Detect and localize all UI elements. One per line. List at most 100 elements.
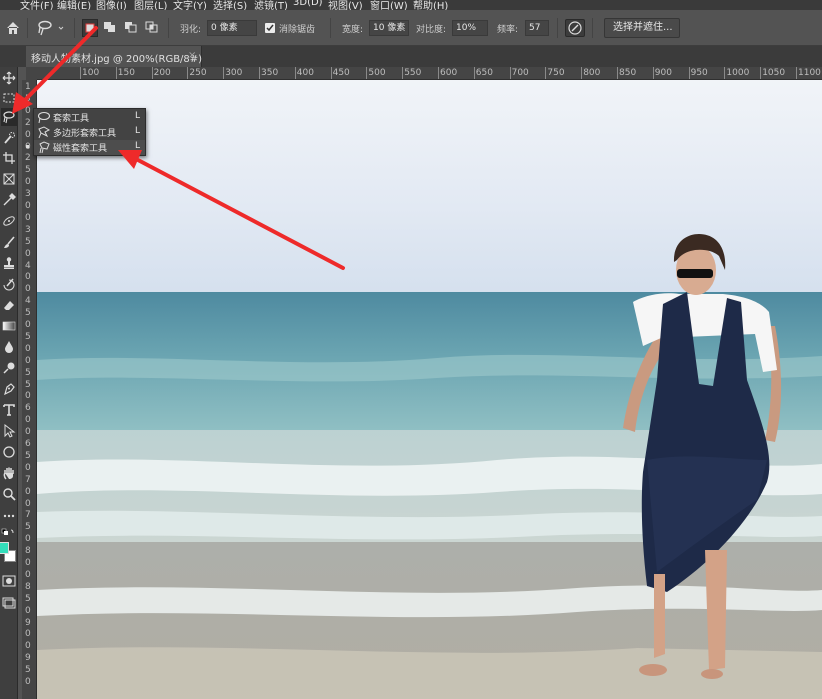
flyout-item-label: 套索工具 (53, 114, 90, 124)
add-selection-button[interactable] (102, 19, 118, 37)
history-brush-tool[interactable] (1, 275, 17, 293)
screen-mode-button[interactable] (1, 594, 17, 612)
shape-tool[interactable] (1, 443, 17, 461)
vertical-ruler-digit: 5 (25, 308, 31, 319)
frequency-input[interactable]: 57 (525, 20, 549, 36)
menu-bar: 文件(F) 编辑(E) 图像(I) 图层(L) 文字(Y) 选择(S) 滤镜(T… (0, 0, 822, 10)
healing-brush-icon (3, 216, 15, 226)
document-canvas[interactable] (37, 80, 822, 699)
default-colors-icon[interactable] (1, 528, 15, 540)
type-tool[interactable] (1, 401, 17, 419)
vertical-ruler-digit: 0 (25, 427, 31, 438)
vertical-ruler-digit: 0 (25, 534, 31, 545)
vertical-ruler-digit: 5 (25, 236, 31, 247)
ruler-tick-label: 550 (402, 67, 422, 79)
vertical-ruler-digit: 0 (25, 212, 31, 223)
blur-tool[interactable] (1, 338, 17, 356)
pen-pressure-icon[interactable] (565, 19, 585, 37)
frame-tool[interactable] (1, 170, 17, 188)
menu-image[interactable]: 图像(I) (96, 0, 127, 10)
feather-input[interactable]: 0 像素 (207, 20, 257, 36)
ruler-tick-label: 1050 (760, 67, 786, 79)
tool-preset-picker[interactable] (36, 19, 66, 37)
menu-filter[interactable]: 滤镜(T) (254, 0, 288, 10)
dodge-tool[interactable] (1, 359, 17, 377)
flyout-item-label: 多边形套索工具 (53, 129, 117, 139)
flyout-item-polygonal-lasso[interactable]: 多边形套索工具 L (34, 125, 145, 140)
vertical-ruler-digit: 9 (25, 617, 31, 628)
menu-file[interactable]: 文件(F) (20, 0, 54, 10)
dodge-icon (3, 362, 15, 374)
crop-icon (3, 152, 15, 164)
vertical-ruler-digit: 0 (25, 343, 31, 354)
vertical-ruler-digit: 0 (25, 605, 31, 616)
home-icon[interactable] (4, 19, 22, 37)
lasso-icon (37, 111, 51, 124)
close-tab-icon[interactable]: × (188, 50, 196, 61)
ruler-tick-label: 950 (688, 67, 708, 79)
polygonal-lasso-icon (38, 126, 51, 139)
clone-stamp-tool[interactable] (1, 254, 17, 272)
eyedropper-tool[interactable] (1, 191, 17, 209)
vertical-ruler-digit: 3 (25, 224, 31, 235)
contrast-input[interactable]: 10% (452, 20, 488, 36)
stamp-icon (4, 257, 14, 269)
vertical-ruler-digit: 7 (25, 474, 31, 485)
vertical-ruler-digit: 0 (25, 569, 31, 580)
foreground-color-swatch[interactable] (0, 542, 9, 554)
menu-window[interactable]: 窗口(W) (370, 0, 408, 10)
menu-select[interactable]: 选择(S) (213, 0, 247, 10)
path-selection-tool[interactable] (1, 422, 17, 440)
flyout-item-lasso[interactable]: 套索工具 L (34, 110, 145, 125)
healing-brush-tool[interactable] (1, 212, 17, 230)
marquee-tool[interactable] (1, 89, 17, 107)
gradient-tool[interactable] (1, 317, 17, 335)
menu-help[interactable]: 帮助(H) (413, 0, 448, 10)
pen-tool[interactable] (1, 380, 17, 398)
select-and-mask-button[interactable]: 选择并遮住... (604, 18, 680, 38)
quick-mask-button[interactable] (1, 572, 17, 590)
zoom-tool[interactable] (1, 485, 17, 503)
more-icon (3, 514, 15, 518)
flyout-item-magnetic-lasso[interactable]: 磁性套索工具 L (26, 140, 145, 155)
subtract-selection-button[interactable] (123, 19, 139, 37)
new-selection-button[interactable] (82, 19, 98, 37)
move-icon (2, 71, 16, 85)
menu-type[interactable]: 文字(Y) (173, 0, 207, 10)
contrast-label: 对比度: (416, 25, 447, 35)
width-input[interactable]: 10 像素 (369, 20, 409, 36)
vertical-ruler-digit: 0 (25, 486, 31, 497)
flyout-item-shortcut: L (135, 141, 141, 151)
lasso-tool[interactable] (1, 108, 17, 126)
vertical-ruler-digit: 0 (25, 284, 31, 295)
flyout-item-shortcut: L (135, 126, 141, 136)
hand-tool[interactable] (1, 464, 17, 482)
eraser-tool[interactable] (1, 296, 17, 314)
flyout-item-shortcut: L (135, 111, 141, 121)
ruler-tick-label: 300 (223, 67, 243, 79)
vertical-ruler-digit: 6 (25, 403, 31, 414)
document-tab[interactable]: 移动人物素材.jpg @ 200%(RGB/8#) × (26, 46, 202, 67)
quick-select-tool[interactable] (1, 129, 17, 147)
move-tool[interactable] (1, 69, 17, 87)
pen-icon (4, 383, 15, 396)
menu-view[interactable]: 视图(V) (328, 0, 363, 10)
vertical-ruler-digit: 5 (25, 450, 31, 461)
ruler-tick-label: 800 (581, 67, 601, 79)
intersect-selection-button[interactable] (144, 19, 160, 37)
ruler-tick-label: 100 (79, 67, 100, 79)
ruler-tick-label: 500 (366, 67, 386, 79)
vertical-ruler-digit: 0 (25, 391, 31, 402)
vertical-ruler-digit: 3 (25, 189, 31, 200)
menu-edit[interactable]: 编辑(E) (57, 0, 91, 10)
antialias-checkbox[interactable] (265, 23, 275, 33)
menu-3d[interactable]: 3D(D) (293, 0, 323, 8)
vertical-ruler-digit: 1 (25, 82, 31, 92)
vertical-ruler-digit: 0 (25, 129, 31, 140)
crop-tool[interactable] (1, 149, 17, 167)
edit-toolbar-button[interactable] (1, 507, 17, 525)
menu-layer[interactable]: 图层(L) (134, 0, 167, 10)
brush-tool[interactable] (1, 233, 17, 251)
vertical-ruler-digit: 5 (25, 331, 31, 342)
ruler-tick-label: 900 (652, 67, 672, 79)
